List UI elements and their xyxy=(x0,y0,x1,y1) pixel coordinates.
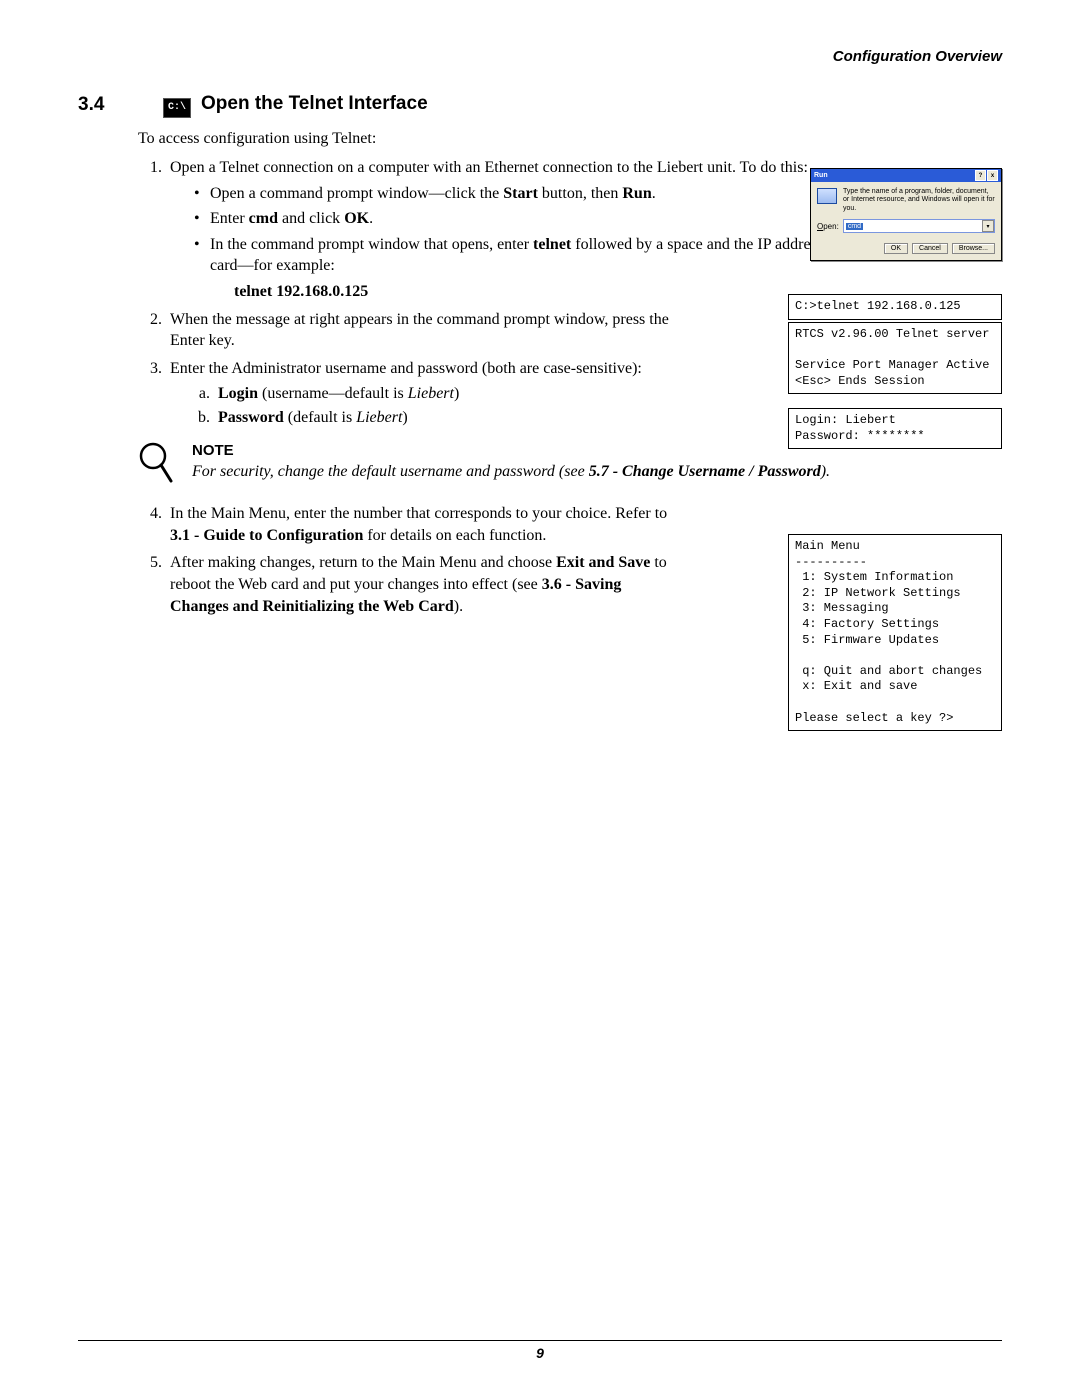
section-heading: 3.4 C:\ Open the Telnet Interface xyxy=(78,93,1002,118)
chevron-down-icon[interactable]: ▾ xyxy=(982,220,994,232)
run-open-value: cmd xyxy=(846,223,863,230)
note-text: For security, change the default usernam… xyxy=(192,461,1002,483)
browse-button[interactable]: Browse... xyxy=(952,243,995,254)
help-icon[interactable]: ? xyxy=(975,170,986,181)
run-open-label: Open: xyxy=(817,222,839,231)
login-output: Login: Liebert Password: ******** xyxy=(788,408,1002,449)
telnet-server-output: RTCS v2.96.00 Telnet server Service Port… xyxy=(788,322,1002,394)
footer-rule xyxy=(78,1340,1002,1341)
run-dialog-description: Type the name of a program, folder, docu… xyxy=(843,188,995,213)
run-dialog-titlebar: Run ? x xyxy=(811,169,1001,182)
run-dialog-title: Run xyxy=(814,172,828,179)
ok-button[interactable]: OK xyxy=(884,243,908,254)
telnet-command-output: C:>telnet 192.168.0.125 xyxy=(788,294,1002,320)
step-1-lead: Open a Telnet connection on a computer w… xyxy=(170,159,808,176)
section-number: 3.4 xyxy=(78,94,133,116)
run-open-input[interactable]: cmd ▾ xyxy=(843,219,995,233)
close-icon[interactable]: x xyxy=(987,170,998,181)
intro-text: To access configuration using Telnet: xyxy=(138,128,1002,150)
page-number: 9 xyxy=(0,1345,1080,1361)
run-dialog: Run ? x Type the name of a program, fold… xyxy=(810,168,1002,261)
magnifier-icon xyxy=(138,441,174,492)
running-head: Configuration Overview xyxy=(78,48,1002,65)
main-menu-output: Main Menu ---------- 1: System Informati… xyxy=(788,534,1002,731)
cancel-button[interactable]: Cancel xyxy=(912,243,948,254)
cmd-prompt-icon: C:\ xyxy=(163,98,191,118)
step-2: When the message at right appears in the… xyxy=(166,309,670,352)
step-4: In the Main Menu, enter the number that … xyxy=(166,503,670,546)
section-title: Open the Telnet Interface xyxy=(201,93,428,114)
run-app-icon xyxy=(817,188,837,204)
step-5: After making changes, return to the Main… xyxy=(166,552,670,617)
